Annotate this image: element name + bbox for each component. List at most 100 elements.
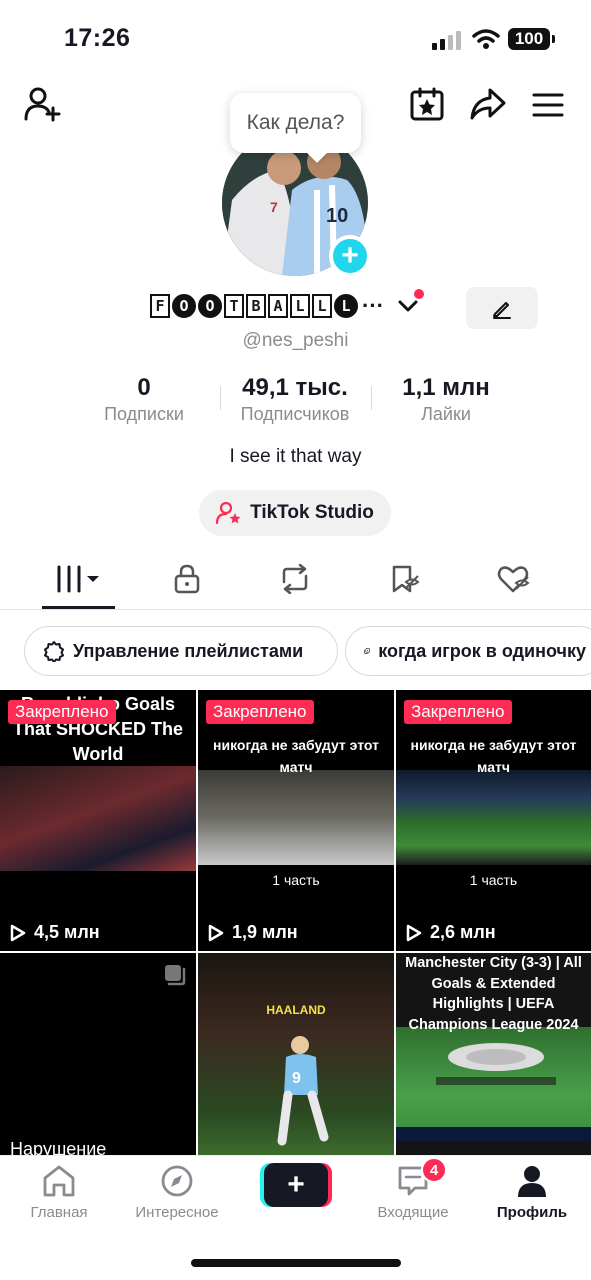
avatar-add-button[interactable]: +	[329, 235, 371, 277]
share-icon[interactable]	[470, 88, 506, 120]
tab-private[interactable]	[150, 550, 224, 608]
stat-likes[interactable]: 1,1 млн Лайки	[386, 374, 506, 425]
video-caption: никогда не забудут этот матч	[410, 737, 577, 775]
svg-text:10: 10	[326, 205, 348, 227]
studio-user-star-icon	[216, 501, 241, 525]
add-friend-icon[interactable]	[24, 86, 62, 122]
username-letter: L	[290, 294, 310, 318]
username-letter: B	[246, 294, 266, 318]
status-tooltip[interactable]: Как дела?	[230, 93, 361, 153]
svg-text:7: 7	[270, 199, 278, 215]
playlist-chip[interactable]: когда игрок в одиночку	[345, 626, 591, 676]
stat-divider	[371, 386, 372, 410]
inbox-badge: 4	[421, 1157, 447, 1183]
pinned-badge: Закреплено	[404, 700, 512, 724]
video-caption: Нарушение	[10, 1139, 107, 1155]
view-count-value: 4,5 млн	[34, 922, 100, 942]
video-frame	[0, 766, 196, 871]
stat-following[interactable]: 0 Подписки	[84, 374, 204, 425]
content-tabs	[0, 550, 591, 610]
video-thumbnail[interactable]: Нарушение	[0, 953, 196, 1155]
view-count: 1,9 млн	[208, 922, 298, 943]
profile-bio: I see it that way	[229, 446, 362, 467]
video-thumbnail[interactable]: никогда не забудут этот матч 1 часть Зак…	[198, 690, 394, 951]
lock-icon	[174, 564, 200, 594]
create-button[interactable]: +	[264, 1163, 328, 1207]
tab-reposts[interactable]	[258, 550, 332, 608]
video-frame	[198, 770, 394, 865]
nav-profile[interactable]: Профиль	[477, 1164, 587, 1234]
video-caption: Manchester City (3-3) | All Goals & Exte…	[405, 955, 582, 1033]
username-letter: A	[268, 294, 288, 318]
video-thumbnail[interactable]: 9 HAALAND	[198, 953, 394, 1155]
video-frame	[396, 770, 591, 865]
stat-value: 1,1 млн	[402, 374, 490, 401]
username: F O O T B A L L L ···	[150, 288, 428, 324]
signal-icon	[432, 31, 461, 50]
username-letter: O	[198, 294, 222, 318]
play-icon	[208, 924, 224, 941]
username-letter: O	[172, 294, 196, 318]
username-letter: T	[224, 294, 244, 318]
status-time: 17:26	[64, 24, 131, 52]
chip-label: когда игрок в одиночку	[378, 640, 586, 661]
nav-label: Входящие	[377, 1204, 449, 1221]
video-thumbnail[interactable]: никогда не забудут этот матч 1 часть Зак…	[396, 690, 591, 951]
nav-inbox[interactable]: Входящие	[358, 1164, 468, 1234]
edit-profile-button[interactable]	[466, 287, 538, 329]
svg-text:9: 9	[292, 1070, 301, 1087]
stat-label: Подписчиков	[240, 404, 350, 424]
pinned-badge: Закреплено	[8, 700, 116, 724]
tab-favorites[interactable]	[368, 550, 442, 608]
tiktok-studio-button[interactable]: TikTok Studio	[199, 490, 391, 536]
status-bar: 17:26 100	[0, 0, 591, 80]
video-caption: никогда не забудут этот матч	[213, 737, 379, 775]
tab-videos[interactable]	[42, 550, 116, 608]
stadium-scene	[396, 1043, 591, 1141]
stat-value: 49,1 тыс.	[242, 374, 348, 401]
manage-playlists-chip[interactable]: Управление плейлистами	[24, 626, 338, 676]
username-letter: F	[150, 294, 170, 318]
video-caption: HAALAND	[266, 1003, 326, 1017]
nav-label: Главная	[30, 1204, 88, 1221]
chevron-down-icon[interactable]	[398, 299, 418, 313]
stat-followers[interactable]: 49,1 тыс. Подписчиков	[225, 374, 365, 425]
tab-liked[interactable]	[477, 550, 551, 608]
video-part: 1 часть	[272, 872, 320, 888]
username-letter: L	[334, 294, 358, 318]
battery-indicator: 100	[508, 28, 555, 50]
view-count: 2,6 млн	[406, 922, 496, 943]
nav-explore[interactable]: Интересное	[122, 1164, 232, 1234]
home-indicator	[191, 1259, 401, 1267]
video-frame	[396, 1027, 591, 1141]
wifi-icon	[472, 29, 500, 49]
username-ellipsis: ···	[362, 293, 384, 318]
pinned-badge: Закреплено	[206, 700, 314, 724]
video-part: 1 часть	[469, 872, 518, 888]
chip-label: Управление плейлистами	[73, 640, 304, 661]
bookmark-hidden-icon	[392, 565, 420, 593]
nav-home[interactable]: Главная	[4, 1164, 114, 1234]
username-letter: L	[312, 294, 332, 318]
nav-label: Интересное	[135, 1204, 219, 1221]
video-thumbnail[interactable]: Ronaldinho Goals That SHOCKED The World …	[0, 690, 196, 951]
player-figure: 9	[277, 1036, 329, 1146]
studio-label: TikTok Studio	[250, 502, 374, 523]
profile-handle: @nes_peshi	[242, 330, 349, 351]
playlist-icon	[364, 648, 370, 654]
calendar-star-icon[interactable]	[410, 87, 444, 121]
video-thumbnail[interactable]: Manchester City (3-3) | All Goals & Exte…	[396, 953, 591, 1155]
gear-icon	[44, 641, 64, 662]
view-count: 4,5 млн	[10, 922, 100, 943]
compass-icon	[161, 1165, 193, 1197]
repost-icon	[282, 564, 308, 594]
notification-dot	[413, 289, 424, 299]
stat-label: Подписки	[104, 404, 184, 424]
videos-grid-icon	[57, 565, 99, 593]
stat-divider	[220, 386, 221, 410]
menu-icon[interactable]	[532, 92, 564, 118]
active-tab-indicator	[42, 606, 115, 609]
view-count-value: 2,6 млн	[430, 922, 496, 942]
stat-label: Лайки	[421, 404, 471, 424]
play-icon	[10, 924, 26, 941]
